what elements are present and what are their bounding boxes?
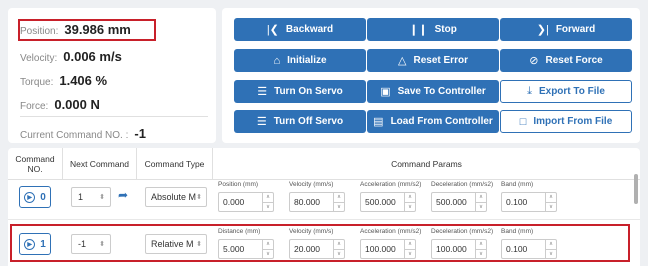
param-input[interactable]: 80.000 ∧ ∨ (289, 192, 345, 212)
header-next-command: Next Command (63, 148, 137, 180)
force-icon: ⊘ (529, 55, 539, 67)
param-label: Velocity (mm/s) (289, 181, 334, 188)
spin-icon: ⬍ (99, 194, 105, 201)
reset-force-button[interactable]: ⊘ Reset Force (500, 49, 632, 72)
stop-label: Stop (434, 24, 457, 35)
down-icon[interactable]: ∨ (405, 203, 415, 212)
stop-button[interactable]: ❙❙ Stop (367, 18, 499, 41)
reset-force-label: Reset Force (545, 55, 603, 66)
reset-error-label: Reset Error (413, 55, 468, 66)
current-command-label: Current Command NO. : (20, 130, 129, 141)
pause-icon: ❙❙ (409, 24, 428, 36)
command-type-select[interactable]: Absolute M ⬍ (145, 187, 207, 207)
param-stepper[interactable]: ∧ ∨ (333, 193, 344, 211)
forward-label: Forward (555, 24, 596, 35)
down-icon[interactable]: ∨ (546, 203, 556, 212)
param-input[interactable]: 0.100 ∧ ∨ (501, 192, 557, 212)
param-input[interactable]: 500.000 ∧ ∨ (431, 192, 487, 212)
torque-value: 1.406 % (59, 73, 108, 88)
warning-icon: △ (398, 55, 407, 67)
param-input[interactable]: 500.000 ∧ ∨ (360, 192, 416, 212)
current-command-value: -1 (134, 126, 146, 141)
header-command-no: Command NO. (8, 148, 63, 180)
param-stepper[interactable]: ∧ ∨ (545, 193, 556, 211)
param-label: Deceleration (mm/s2) (431, 181, 494, 188)
down-icon[interactable]: ∨ (263, 203, 273, 212)
velocity-readout: Velocity: 0.006 m/s (20, 49, 122, 64)
param-value: 80.000 (294, 197, 320, 207)
file-icon: □ (519, 115, 527, 128)
param-stepper[interactable]: ∧ ∨ (404, 193, 415, 211)
forward-button[interactable]: ❯| Forward (500, 18, 632, 41)
param-input[interactable]: 0.000 ∧ ∨ (218, 192, 274, 212)
servo-icon: ☰ (257, 86, 268, 98)
export-to-file-label: Export To File (538, 86, 605, 97)
torque-label: Torque: (20, 77, 54, 88)
force-value: 0.000 N (54, 97, 100, 112)
up-icon[interactable]: ∧ (263, 193, 273, 203)
save-icon: ▣ (380, 86, 391, 98)
param-label: Position (mm) (218, 181, 259, 188)
param-value: 500.000 (365, 197, 396, 207)
force-readout: Force: 0.000 N (20, 97, 100, 112)
jump-arrow-icon[interactable]: ➦ (118, 188, 128, 202)
load-icon: ▤ (373, 116, 384, 128)
velocity-value: 0.006 m/s (63, 49, 122, 64)
param-label: Acceleration (mm/s2) (360, 181, 422, 188)
param-value: 500.000 (436, 197, 467, 207)
run-command-button[interactable]: ▶ 0 (19, 186, 51, 208)
load-from-controller-label: Load From Controller (390, 116, 493, 127)
backward-button[interactable]: |❮ Backward (234, 18, 366, 41)
skip-forward-icon: ❯| (536, 24, 549, 36)
load-from-controller-button[interactable]: ▤ Load From Controller (367, 110, 499, 133)
vertical-scrollbar[interactable] (634, 174, 638, 204)
row-highlight-box (10, 224, 630, 262)
position-highlight-box (18, 19, 156, 41)
initialize-label: Initialize (287, 55, 327, 66)
import-from-file-label: Import From File (533, 116, 613, 127)
velocity-label: Velocity: (20, 53, 58, 64)
up-icon[interactable]: ∧ (405, 193, 415, 203)
up-icon[interactable]: ∧ (546, 193, 556, 203)
turn-on-servo-button[interactable]: ☰ Turn On Servo (234, 80, 366, 103)
up-icon[interactable]: ∧ (476, 193, 486, 203)
param-stepper[interactable]: ∧ ∨ (262, 193, 273, 211)
command-type-value: Absolute M (151, 192, 197, 202)
home-icon: ⌂ (273, 54, 281, 67)
spin-icon: ⬍ (196, 194, 202, 201)
initialize-button[interactable]: ⌂ Initialize (234, 49, 366, 72)
down-icon[interactable]: ∨ (334, 203, 344, 212)
header-command-params: Command Params (213, 148, 640, 180)
down-icon[interactable]: ∨ (476, 203, 486, 212)
servo-icon: ☰ (256, 116, 267, 128)
command-no: 0 (40, 191, 46, 203)
save-to-controller-label: Save To Controller (397, 86, 486, 97)
status-divider (20, 116, 208, 117)
export-to-file-button[interactable]: ⤓ Export To File (500, 80, 632, 103)
row-divider (8, 219, 640, 220)
torque-readout: Torque: 1.406 % (20, 73, 107, 88)
status-panel: Position: 39.986 mm Velocity: 0.006 m/s … (8, 8, 216, 143)
param-label: Band (mm) (501, 181, 534, 188)
turn-on-servo-label: Turn On Servo (274, 86, 343, 97)
up-icon[interactable]: ∧ (334, 193, 344, 203)
save-to-controller-button[interactable]: ▣ Save To Controller (367, 80, 499, 103)
next-command-value: 1 (78, 192, 84, 202)
turn-off-servo-button[interactable]: ☰ Turn Off Servo (234, 110, 366, 133)
param-stepper[interactable]: ∧ ∨ (475, 193, 486, 211)
param-value: 0.100 (506, 197, 528, 207)
turn-off-servo-label: Turn Off Servo (273, 116, 344, 127)
reset-error-button[interactable]: △ Reset Error (367, 49, 499, 72)
force-label: Force: (20, 101, 49, 112)
header-command-type: Command Type (137, 148, 213, 180)
skip-back-icon: |❮ (266, 24, 279, 36)
current-command-readout: Current Command NO. : -1 (20, 126, 146, 141)
control-button-panel: |❮ Backward ❙❙ Stop ❯| Forward ⌂ Initial… (222, 8, 640, 143)
import-from-file-button[interactable]: □ Import From File (500, 110, 632, 133)
param-value: 0.000 (223, 197, 245, 207)
backward-label: Backward (285, 24, 334, 35)
play-icon: ▶ (24, 191, 36, 203)
export-icon: ⤓ (527, 85, 532, 97)
next-command-stepper[interactable]: 1 ⬍ (71, 187, 111, 207)
